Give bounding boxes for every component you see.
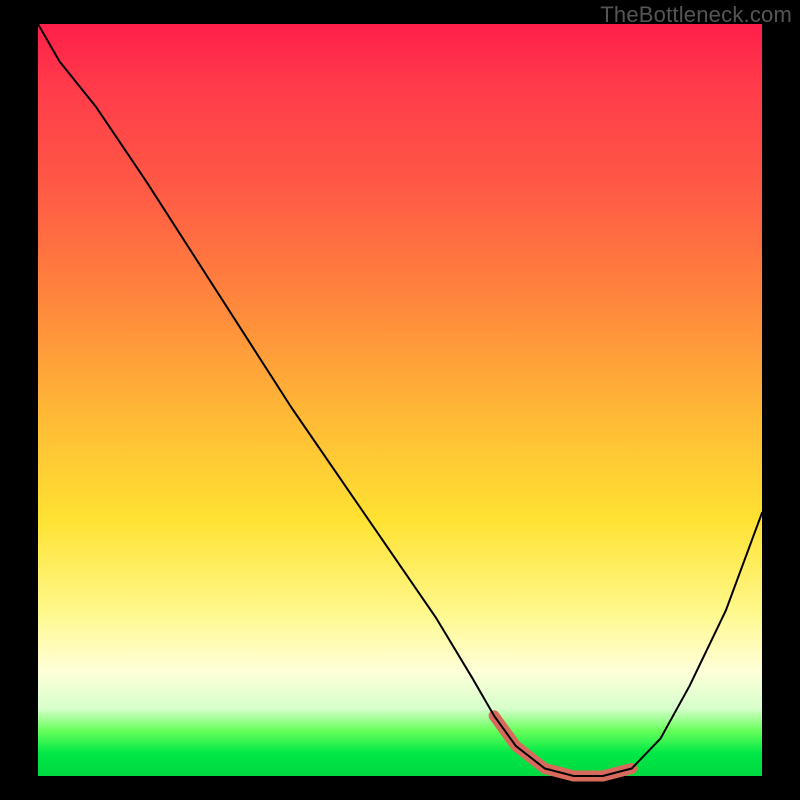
watermark-text: TheBottleneck.com	[600, 2, 792, 28]
curve-svg	[38, 24, 762, 776]
chart-frame: TheBottleneck.com	[0, 0, 800, 800]
bottleneck-curve	[38, 24, 762, 776]
plot-area	[38, 24, 762, 776]
